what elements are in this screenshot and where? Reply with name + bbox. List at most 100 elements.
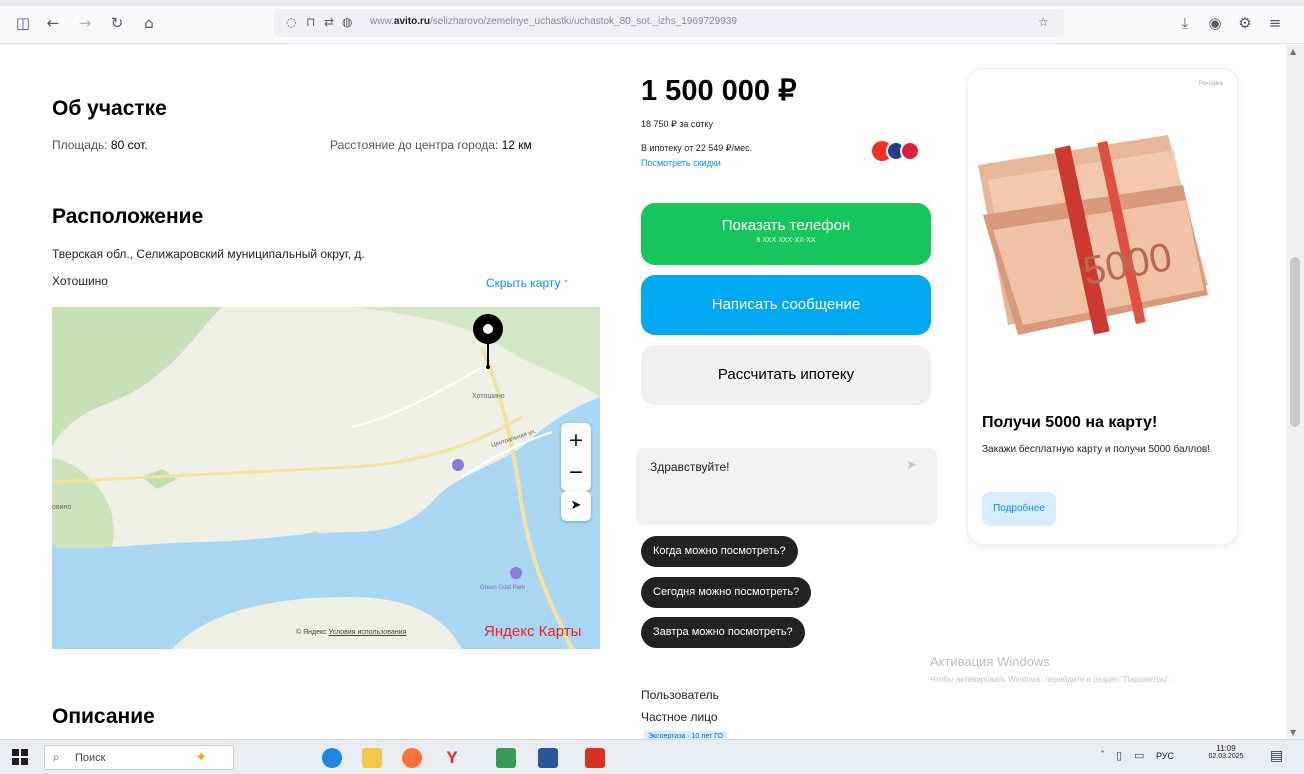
sidebar-toggle-icon[interactable]: ◫ (14, 14, 32, 32)
plot-section-title: Об участке (52, 97, 167, 120)
url-text[interactable]: www.avito.ru/selizharovo/zemelnye_uchast… (370, 16, 737, 27)
reload-icon[interactable]: ↻ (108, 14, 126, 32)
mortgage-discounts-link[interactable]: Посмотреть скидки (641, 158, 721, 168)
windows-activation-title: Активация Windows (930, 654, 1050, 669)
map-brand-logo[interactable]: Яндекс Карты (484, 623, 581, 640)
word-icon[interactable] (538, 748, 558, 768)
calculate-mortgage-button[interactable]: Рассчитать ипотеку (641, 345, 931, 405)
seller-badge: Экспертиза · 10 лет ГО (644, 731, 728, 739)
show-phone-button[interactable]: Показать телефон 8 XXX XXX-XX-XX (641, 203, 931, 265)
sparkle-icon: ✦ (195, 748, 208, 766)
tab-strip (0, 0, 1304, 6)
scroll-down-icon[interactable]: ▼ (1290, 728, 1296, 737)
map-village-label: Хотошино (472, 393, 505, 400)
phone-masked: 8 XXX XXX-XX-XX (756, 237, 816, 244)
map-poi-label: Green Gold Park (480, 585, 526, 591)
shield-icon[interactable]: ◌ (286, 15, 296, 29)
ad-card[interactable]: Реклама 5000 Получи 5000 на карту! Закаж… (968, 69, 1237, 544)
seller-name[interactable]: Пользователь (641, 688, 719, 702)
hide-map-label: Скрыть карту (486, 276, 561, 290)
distance-info: Расстояние до центра города: 12 км (330, 138, 532, 152)
spreadsheet-icon[interactable] (496, 748, 516, 768)
map-copyright-text: © Яндекс (296, 629, 327, 636)
banknotes-image: 5000 (978, 135, 1208, 335)
hide-map-link[interactable]: Скрыть карту ˄ (486, 276, 568, 290)
firefox-icon[interactable] (402, 748, 422, 768)
page-scrollbar[interactable]: ▲ ▼ (1286, 45, 1304, 739)
mortgage-text: В ипотеку от 22 549 ₽/мес. (641, 143, 753, 153)
yandex-icon[interactable]: Y (442, 748, 462, 768)
description-title: Описание (52, 705, 155, 728)
map-canvas[interactable]: Хотошино Центральная ул. овино Green Gol… (52, 307, 600, 649)
bookmark-star-icon[interactable]: ☆ (1038, 15, 1049, 29)
pdf-icon[interactable] (585, 748, 605, 768)
site-icon[interactable]: ◍ (342, 15, 352, 29)
distance-value: 12 км (501, 138, 532, 152)
ad-more-button[interactable]: Подробнее (982, 492, 1056, 526)
scroll-up-icon[interactable]: ▲ (1290, 47, 1296, 56)
quick-reply-chip[interactable]: Завтра можно посмотреть? (641, 617, 805, 648)
show-phone-label: Показать телефон (721, 217, 851, 234)
price-per-sotka: 18 750 ₽ за сотку (641, 119, 713, 129)
map-zoom-controls: + − (561, 423, 591, 491)
chat-greeting: Здравствуйте! (650, 460, 730, 474)
map-zoom-in-button[interactable]: + (561, 423, 591, 457)
address-bar[interactable]: ◌ ⊓ ⇄ ◍ www.avito.ru/selizharovo/zemelny… (274, 9, 1064, 37)
url-path: /selizharovo/zemelnye_uchastki/uchastok_… (430, 16, 737, 27)
map-poi-icon-1[interactable] (452, 459, 464, 471)
edge-icon[interactable] (322, 748, 342, 768)
area-value: 80 сот. (110, 138, 148, 152)
quick-reply-chip[interactable]: Когда можно посмотреть? (641, 536, 798, 567)
language-indicator[interactable]: РУС (1156, 751, 1174, 761)
tray-device-icon[interactable]: ▯ (1116, 749, 1122, 762)
map-poi-icon-2[interactable] (510, 567, 522, 579)
ad-label: Реклама (1198, 81, 1223, 87)
file-explorer-icon[interactable] (362, 748, 382, 768)
map-terms-link[interactable]: Условия использования (329, 629, 407, 636)
map-left-label: овино (52, 504, 71, 511)
url-prefix: www. (370, 16, 394, 27)
area-label: Площадь: (52, 138, 108, 152)
clock-time: 11:09 (1216, 744, 1236, 753)
scroll-thumb[interactable] (1290, 257, 1300, 427)
bank-logo-icon-3 (900, 141, 920, 161)
write-message-button[interactable]: Написать сообщение (641, 275, 931, 335)
clock-date: 02.03.2025 (1208, 753, 1244, 760)
address-line-1: Тверская обл., Селижаровский муниципальн… (52, 247, 365, 261)
url-domain: avito.ru (393, 16, 431, 27)
notifications-icon[interactable]: ▤ (1270, 748, 1283, 764)
home-icon[interactable]: ⌂ (140, 14, 158, 32)
address-line-2: Хотошино (52, 274, 108, 288)
network-icon[interactable]: ▭ (1134, 749, 1144, 762)
price: 1 500 000 ₽ (641, 75, 797, 107)
clock[interactable]: 11:09 02.03.2025 (1196, 744, 1256, 760)
send-icon[interactable]: ➤ (906, 458, 917, 473)
map-geolocation-icon[interactable]: ➤ (561, 491, 591, 521)
search-placeholder: Поиск (75, 752, 106, 764)
quick-reply-chip[interactable]: Сегодня можно посмотреть? (641, 577, 812, 608)
location-title: Расположение (52, 205, 204, 228)
search-icon: ⌕ (53, 750, 60, 764)
browser-toolbar: ◫ ← → ↻ ⌂ ◌ ⊓ ⇄ ◍ www.avito.ru/selizharo… (0, 0, 1304, 44)
permissions-icon[interactable]: ⇄ (324, 15, 334, 29)
start-icon[interactable] (12, 749, 28, 765)
back-icon[interactable]: ← (44, 14, 62, 32)
taskbar-search[interactable]: ⌕ Поиск ✦ (44, 745, 234, 770)
downloads-icon[interactable]: ⤓ (1176, 14, 1194, 32)
map-zoom-out-button[interactable]: − (561, 457, 591, 491)
seller-type: Частное лицо (641, 710, 718, 724)
map[interactable]: Хотошино Центральная ул. овино Green Gol… (52, 307, 600, 649)
windows-activation-text: Чтобы активировать Windows, перейдите в … (930, 675, 1172, 684)
menu-icon[interactable]: ≡ (1266, 14, 1284, 32)
page-content: Об участке Площадь: 80 сот. Расстояние д… (0, 45, 1286, 739)
tray-chevron-icon[interactable]: ˄ (1100, 750, 1105, 761)
forward-icon[interactable]: → (76, 14, 94, 32)
ad-text: Закажи бесплатную карту и получи 5000 ба… (982, 444, 1210, 455)
account-icon[interactable]: ◉ (1206, 14, 1224, 32)
lock-icon[interactable]: ⊓ (306, 15, 315, 29)
map-copyright: © Яндекс Условия использования (296, 629, 406, 636)
extensions-icon[interactable]: ⚙ (1236, 14, 1254, 32)
ad-title: Получи 5000 на карту! (982, 414, 1158, 431)
chat-input[interactable]: Здравствуйте! ➤ (636, 448, 937, 525)
chevron-up-icon: ˄ (563, 280, 569, 290)
